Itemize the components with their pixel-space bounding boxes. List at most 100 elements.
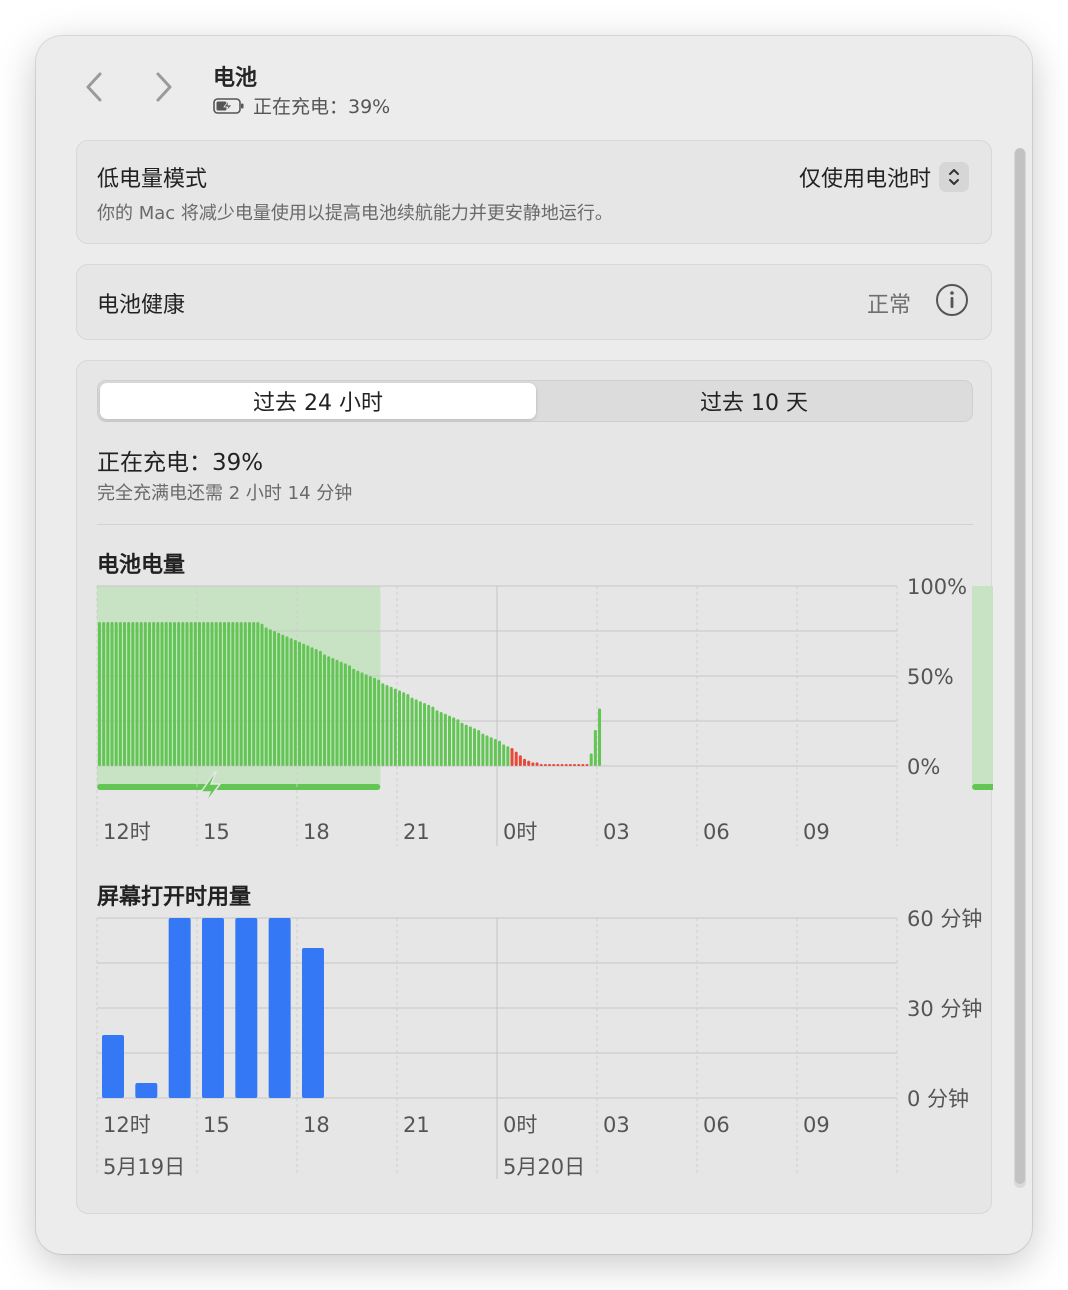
- charging-period-band: [972, 586, 993, 786]
- battery-level-bar: [148, 622, 152, 766]
- battery-level-bar: [123, 622, 127, 766]
- battery-level-bar: [406, 694, 410, 766]
- low-power-mode-value: 仅使用电池时: [798, 167, 931, 192]
- battery-level-bar: [260, 623, 264, 766]
- battery-level-bar: [481, 733, 485, 766]
- battery-level-bar: [152, 622, 156, 766]
- battery-health-card: 电池健康 正常: [76, 264, 992, 340]
- battery-level-bar: [489, 737, 493, 766]
- battery-level-bar: [218, 622, 222, 766]
- battery-level-bar: [414, 699, 418, 766]
- info-icon[interactable]: [935, 283, 969, 317]
- chevron-right-icon[interactable]: [148, 70, 178, 104]
- battery-level-bar: [493, 739, 497, 766]
- charging-status: 正在充电：39%: [213, 92, 390, 119]
- usage-x-tick-label: 15: [203, 1113, 230, 1137]
- battery-level-bar: [364, 674, 368, 766]
- battery-level-bar: [302, 643, 306, 766]
- battery-level-bar: [143, 622, 147, 766]
- battery-level-bar: [356, 670, 360, 766]
- battery-level-bar: [264, 627, 268, 766]
- battery-level-bar: [335, 659, 339, 766]
- battery-level-bar: [531, 762, 535, 766]
- battery-level-bar: [293, 640, 297, 766]
- battery-level-bar: [577, 764, 581, 766]
- usage-y-tick-label: 30 分钟: [907, 997, 982, 1021]
- usage-date-label: 5月20日: [503, 1155, 585, 1179]
- battery-level-bar: [381, 683, 385, 766]
- battery-level-bar: [277, 632, 281, 766]
- battery-level-bar: [443, 713, 447, 766]
- battery-level-bar: [185, 622, 189, 766]
- screen-usage-bar: [201, 918, 224, 1098]
- battery-level-bar: [439, 712, 443, 766]
- battery-level-bar: [418, 701, 422, 766]
- charging-status-text: 正在充电：39%: [253, 96, 391, 118]
- battery-level-bar: [139, 622, 143, 766]
- scroll-thumb[interactable]: [1015, 148, 1025, 1184]
- battery-level-bar: [248, 622, 252, 766]
- battery-level-bar: [535, 762, 539, 766]
- usage-x-tick-label: 0时: [503, 1113, 537, 1137]
- battery-level-bar: [210, 622, 214, 766]
- screen-usage-bar: [102, 1035, 124, 1098]
- battery-x-tick-label: 09: [803, 820, 830, 844]
- battery-level-bar: [448, 715, 452, 766]
- battery-level-bar: [168, 622, 172, 766]
- battery-level-bar: [198, 622, 202, 766]
- battery-level-bar: [360, 672, 364, 766]
- battery-level-bar: [235, 622, 239, 766]
- battery-level-bar: [343, 663, 347, 766]
- battery-level-bar: [473, 728, 477, 766]
- battery-level-bar: [181, 622, 185, 766]
- battery-level-bar: [556, 764, 560, 766]
- battery-level-bar: [510, 748, 514, 766]
- battery-level-bar: [523, 758, 527, 766]
- battery-settings-window: 电池 正在充电：39% 低电量模式 你的 Mac 将减少电量使用以提高电池续航能…: [36, 36, 1032, 1254]
- battery-level-bar: [377, 679, 381, 766]
- stepper-icon[interactable]: [939, 162, 969, 192]
- chevron-left-icon[interactable]: [80, 70, 110, 104]
- battery-level-bar: [385, 685, 389, 766]
- low-power-mode-select[interactable]: 仅使用电池时: [799, 161, 969, 193]
- battery-level-bar: [273, 631, 277, 766]
- battery-level-bar: [552, 764, 556, 766]
- usage-y-tick-label: 60 分钟: [907, 907, 982, 931]
- battery-x-tick-label: 03: [603, 820, 630, 844]
- battery-level-bar: [485, 735, 489, 766]
- battery-level-bar: [98, 622, 101, 766]
- battery-level-bar: [373, 677, 377, 766]
- battery-level-bar: [268, 629, 272, 766]
- battery-health-status: 正常: [866, 293, 911, 318]
- battery-level-bar: [502, 744, 506, 766]
- battery-level-bar: [314, 649, 318, 766]
- battery-x-tick-label: 06: [703, 820, 730, 844]
- battery-level-bar: [256, 622, 260, 766]
- battery-level-bar: [427, 704, 431, 766]
- battery-level-bar: [118, 622, 122, 766]
- charging-indicator-bar: [97, 784, 381, 790]
- battery-level-bar: [368, 676, 372, 766]
- battery-level-bar: [464, 724, 468, 766]
- battery-level-bar: [506, 746, 510, 766]
- battery-level-bar: [352, 668, 356, 766]
- battery-level-bar: [585, 764, 589, 766]
- scrollbar[interactable]: [1014, 148, 1026, 1188]
- battery-level-bar: [289, 638, 293, 766]
- battery-level-bar: [177, 622, 181, 766]
- battery-x-tick-label: 18: [303, 820, 330, 844]
- battery-y-tick-label: 50%: [907, 665, 954, 689]
- battery-level-bar: [331, 658, 335, 766]
- battery-level-bar: [527, 760, 531, 766]
- battery-level-bar: [452, 717, 456, 766]
- battery-level-bar: [243, 622, 247, 766]
- battery-level-bar: [348, 665, 352, 766]
- battery-level-bar: [456, 719, 460, 766]
- battery-level-bar: [560, 764, 564, 766]
- low-power-mode-description: 你的 Mac 将减少电量使用以提高电池续航能力并更安静地运行。: [97, 203, 613, 224]
- battery-level-bar: [548, 764, 552, 766]
- battery-level-bar: [514, 751, 518, 766]
- battery-level-bar: [393, 688, 397, 766]
- battery-level-bar: [339, 661, 343, 766]
- battery-level-bar: [598, 708, 602, 766]
